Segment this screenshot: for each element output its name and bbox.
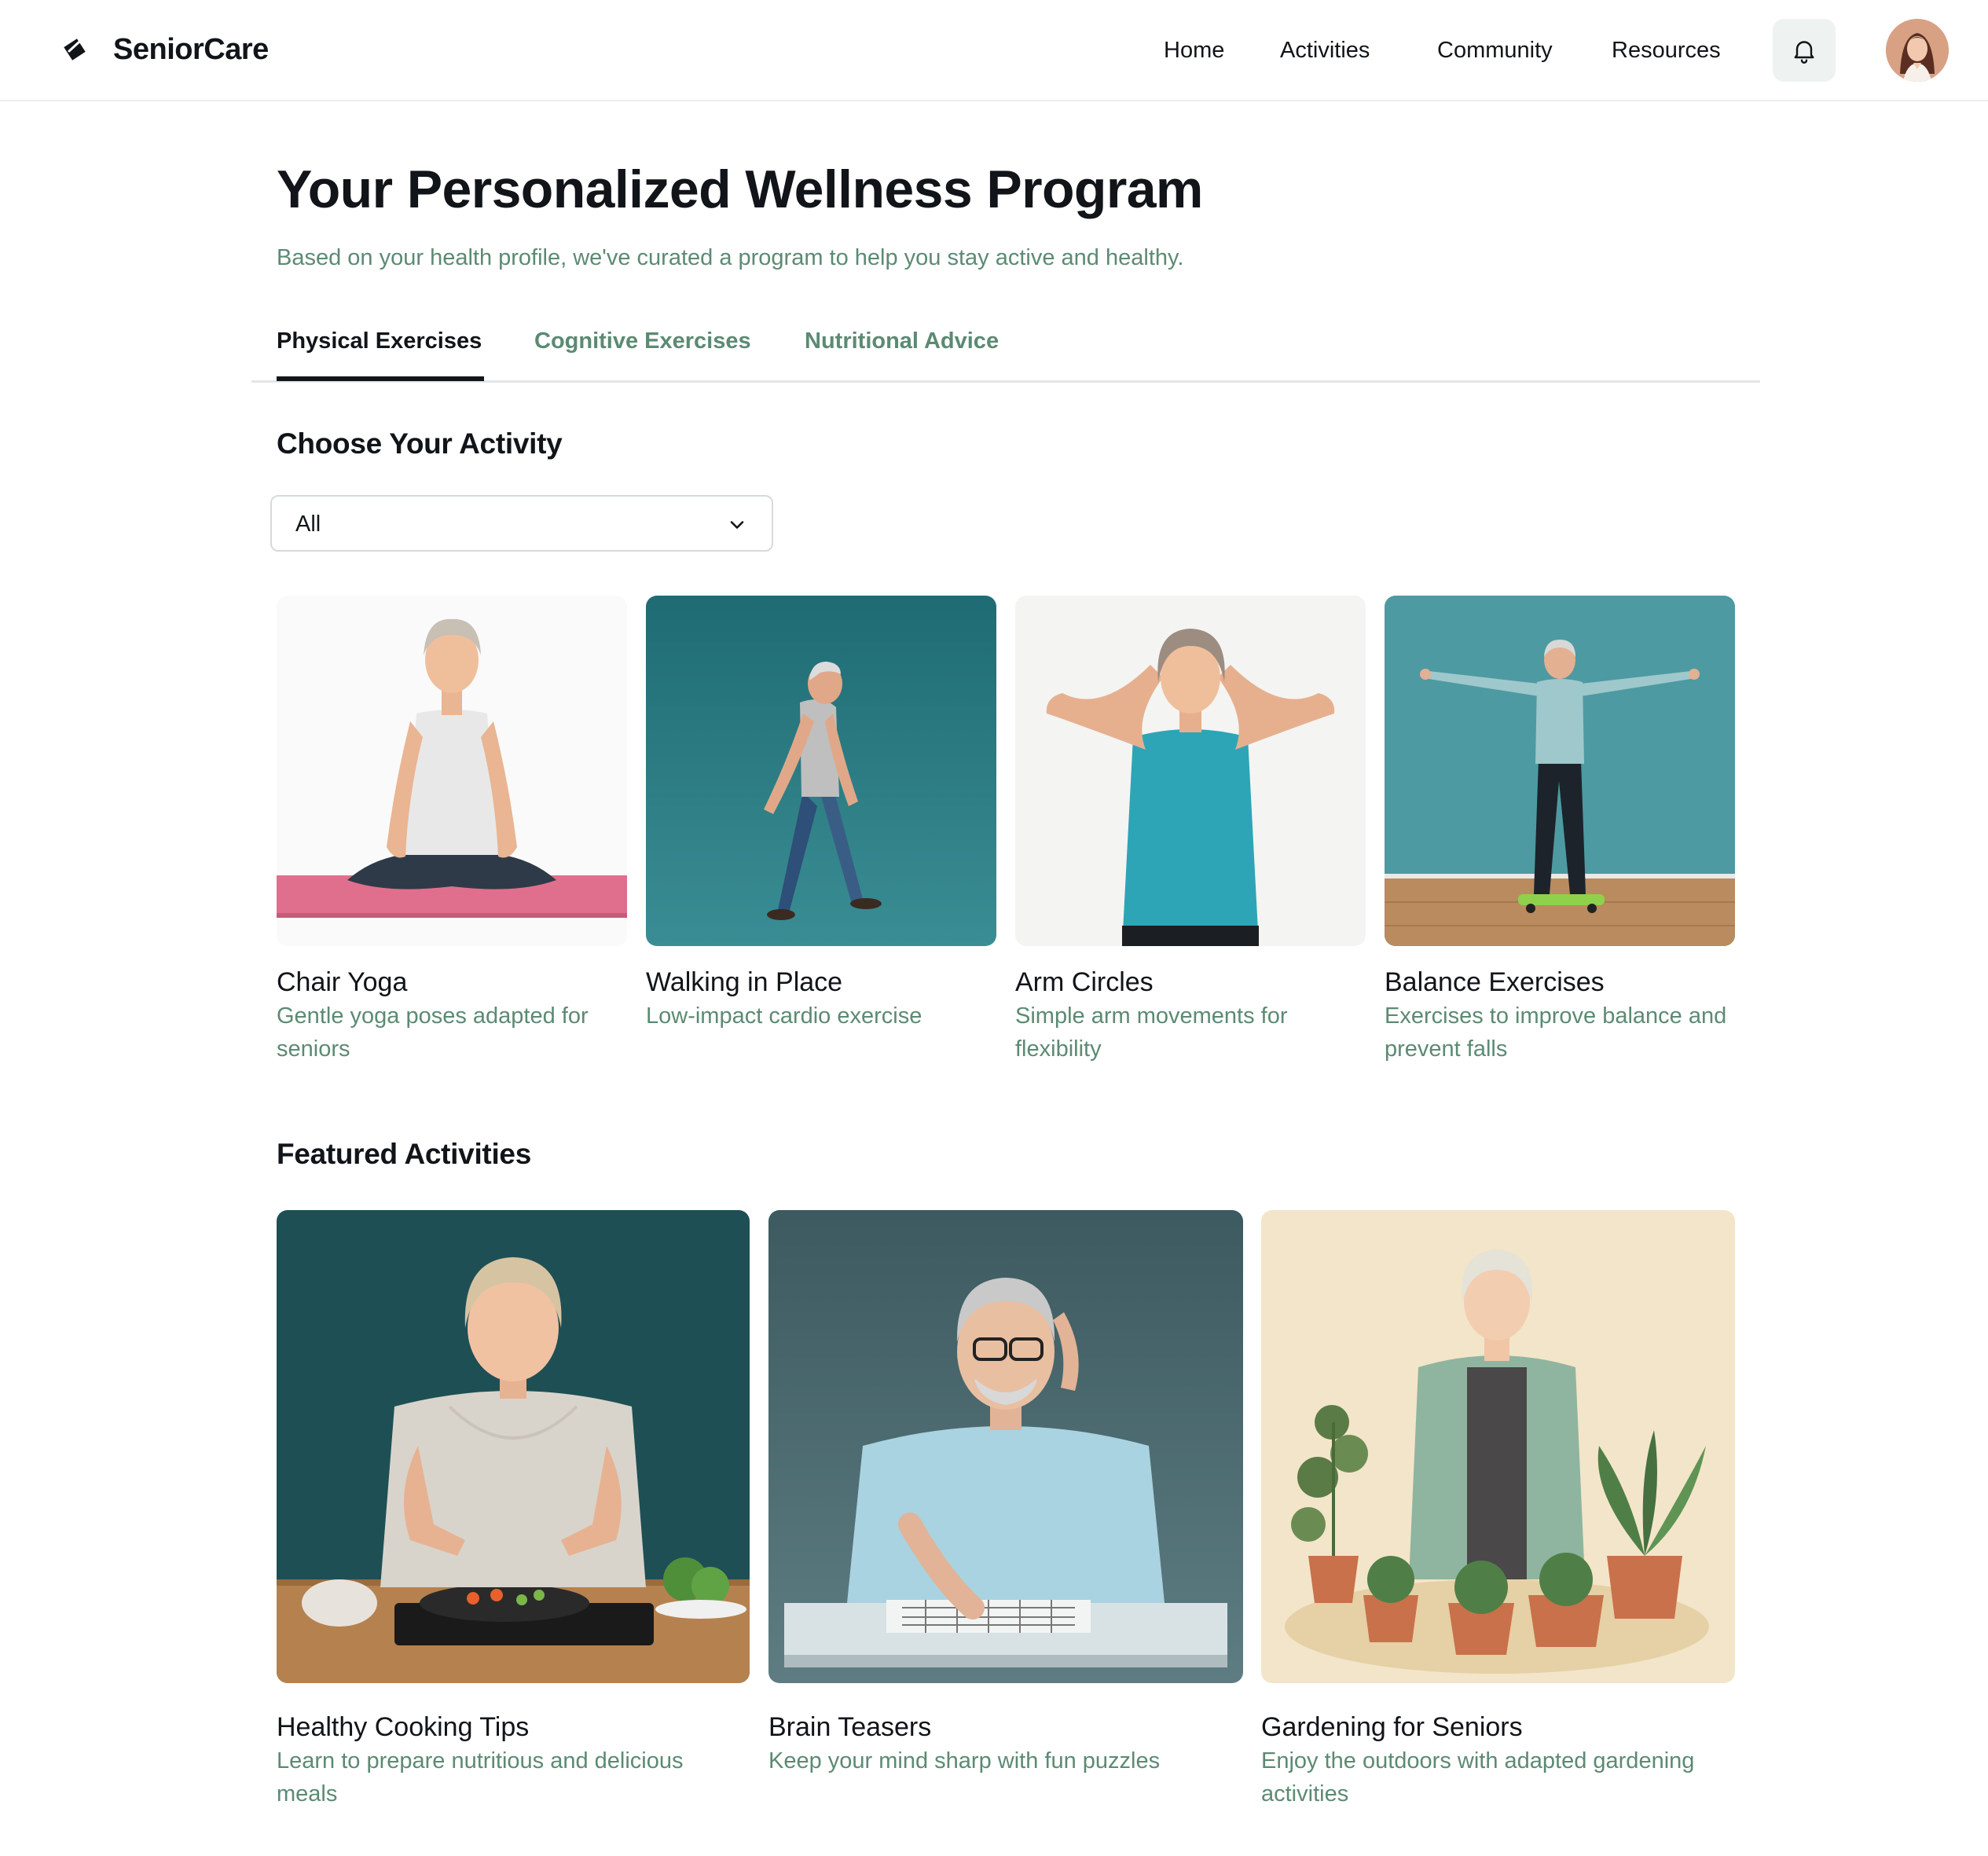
activity-filter-value: All: [295, 512, 321, 537]
gardening-image: [1261, 1210, 1735, 1683]
active-tab-indicator: [277, 376, 484, 381]
activity-description: Simple arm movements for flexibility: [1015, 1003, 1288, 1062]
chevron-down-icon: [730, 521, 744, 529]
brain-teasers-image: [768, 1210, 1243, 1683]
featured-description: Enjoy the outdoors with adapted gardenin…: [1261, 1748, 1695, 1806]
activity-title: Chair Yoga: [277, 967, 408, 997]
bell-icon: [1794, 41, 1814, 64]
nav-home[interactable]: Home: [1164, 35, 1224, 66]
featured-title: Healthy Cooking Tips: [277, 1712, 530, 1742]
featured-description: Learn to prepare nutritious and deliciou…: [277, 1748, 684, 1806]
user-avatar[interactable]: [1886, 19, 1949, 82]
page-title: Your Personalized Wellness Program: [277, 160, 1203, 219]
top-header: SeniorCare Home Activities Community Res…: [0, 0, 1988, 101]
featured-activities-heading: Featured Activities: [277, 1138, 531, 1170]
tab-cognitive-exercises[interactable]: Cognitive Exercises: [534, 325, 751, 357]
activity-title: Arm Circles: [1015, 967, 1154, 997]
walking-in-place-image: [646, 596, 996, 946]
featured-card-healthy-cooking[interactable]: Healthy Cooking Tips Learn to prepare nu…: [277, 1210, 750, 1823]
featured-card-gardening[interactable]: Gardening for Seniors Enjoy the outdoors…: [1261, 1210, 1735, 1823]
tab-physical-exercises[interactable]: Physical Exercises: [277, 325, 482, 357]
arm-circles-image: [1015, 596, 1366, 946]
activity-description: Low-impact cardio exercise: [646, 1003, 922, 1029]
page-subtitle: Based on your health profile, we've cura…: [277, 245, 1184, 270]
activity-filter-select[interactable]: All: [270, 495, 773, 552]
tab-nutritional-advice[interactable]: Nutritional Advice: [805, 325, 999, 357]
featured-description: Keep your mind sharp with fun puzzles: [768, 1748, 1161, 1773]
activity-description: Gentle yoga poses adapted for seniors: [277, 1003, 589, 1062]
balance-exercises-image: [1385, 596, 1735, 946]
activity-description: Exercises to improve balance and prevent…: [1385, 1003, 1727, 1062]
activity-card-walking-in-place[interactable]: Walking in Place Low-impact cardio exerc…: [646, 596, 996, 1067]
nav-community[interactable]: Community: [1437, 35, 1553, 66]
chair-yoga-image: [277, 596, 627, 946]
featured-card-brain-teasers[interactable]: Brain Teasers Keep your mind sharp with …: [768, 1210, 1243, 1823]
notifications-button[interactable]: [1773, 19, 1836, 82]
choose-activity-heading: Choose Your Activity: [277, 427, 563, 460]
activity-card-chair-yoga[interactable]: Chair Yoga Gentle yoga poses adapted for…: [277, 596, 627, 1067]
brand-name[interactable]: SeniorCare: [113, 30, 269, 69]
nav-resources[interactable]: Resources: [1612, 35, 1721, 66]
activity-card-balance-exercises[interactable]: Balance Exercises Exercises to improve b…: [1385, 596, 1735, 1067]
activity-title: Walking in Place: [646, 967, 843, 997]
featured-title: Gardening for Seniors: [1261, 1712, 1523, 1742]
featured-title: Brain Teasers: [768, 1712, 932, 1742]
activity-card-arm-circles[interactable]: Arm Circles Simple arm movements for fle…: [1015, 596, 1366, 1067]
healthy-cooking-image: [277, 1210, 750, 1683]
activity-title: Balance Exercises: [1385, 967, 1605, 997]
nav-activities[interactable]: Activities: [1280, 35, 1370, 66]
logo-icon: [64, 39, 86, 61]
